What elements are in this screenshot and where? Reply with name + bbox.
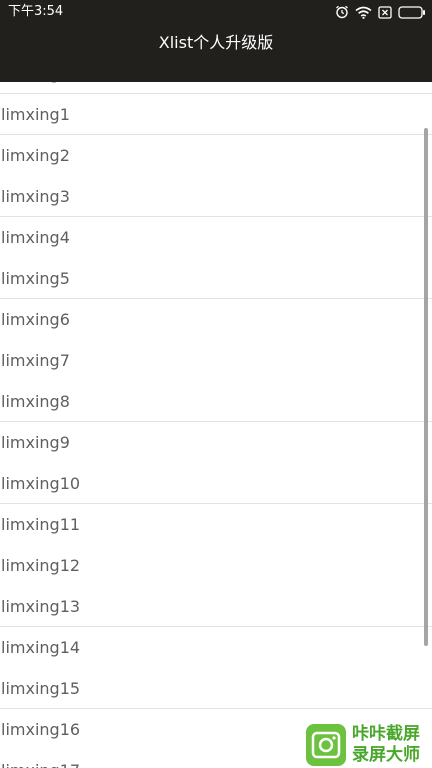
list-item[interactable]: limxing5 bbox=[0, 258, 432, 299]
list-item[interactable]: limxing13 bbox=[0, 586, 432, 627]
scrollbar[interactable] bbox=[424, 128, 428, 646]
watermark-line2: 录屏大师 bbox=[352, 745, 420, 765]
list-item[interactable]: limxing7 bbox=[0, 340, 432, 381]
battery-icon bbox=[398, 5, 425, 19]
wifi-icon bbox=[355, 6, 372, 19]
status-icons bbox=[335, 4, 426, 20]
watermark-line1: 咔咔截屏 bbox=[352, 724, 420, 744]
recorder-watermark: 咔咔截屏 录屏大师 bbox=[304, 722, 432, 768]
status-bar: 下午3:54 bbox=[0, 0, 432, 26]
list-item[interactable]: limxing2 bbox=[0, 135, 432, 176]
watermark-text: 咔咔截屏 录屏大师 bbox=[352, 724, 420, 766]
list-item[interactable]: limxing10 bbox=[0, 463, 432, 504]
page-title: Xlist个人升级版 bbox=[158, 33, 274, 52]
list-item[interactable]: limxing8 bbox=[0, 381, 432, 422]
list-item[interactable]: limxing15 bbox=[0, 668, 432, 709]
status-time: 下午3:54 bbox=[8, 4, 64, 19]
list-item[interactable]: limxing4 bbox=[0, 217, 432, 258]
alarm-icon bbox=[336, 5, 348, 19]
action-bar: 下午3:54 Xlist个人升级版 bbox=[0, 0, 432, 82]
list-item[interactable]: limxing6 bbox=[0, 299, 432, 340]
camera-icon bbox=[306, 724, 346, 766]
app-screen: 下午3:54 Xlist个人升级版 limxing1 limxing2 limx… bbox=[0, 0, 432, 768]
list-item[interactable]: limxing14 bbox=[0, 627, 432, 668]
list-item[interactable]: limxing11 bbox=[0, 504, 432, 545]
list-item[interactable]: limxing3 bbox=[0, 176, 432, 217]
list-item[interactable]: limxing9 bbox=[0, 422, 432, 463]
list-item[interactable]: limxing12 bbox=[0, 545, 432, 586]
no-sim-icon bbox=[378, 5, 392, 19]
list-item[interactable]: limxing1 bbox=[0, 94, 432, 135]
item-list[interactable]: limxing0 limxing1 limxing2 limxing3 limx… bbox=[0, 53, 432, 768]
